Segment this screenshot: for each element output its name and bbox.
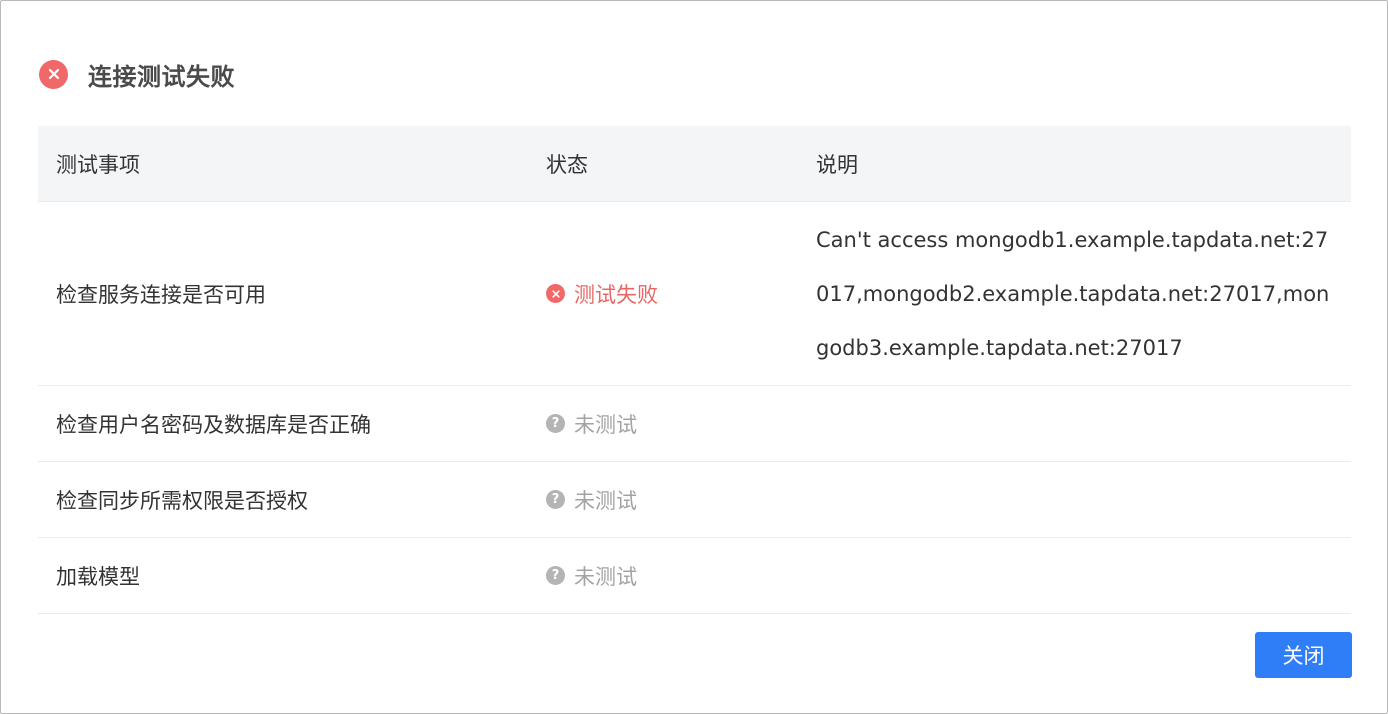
test-status-label: 未测试 bbox=[574, 488, 637, 513]
test-description: Can't access mongodb1.example.tapdata.ne… bbox=[816, 227, 1330, 360]
test-results-table: 测试事项 状态 说明 检查服务连接是否可用 测试失败 Can't access … bbox=[38, 126, 1351, 614]
table-row: 检查用户名密码及数据库是否正确 ? 未测试 bbox=[38, 386, 1351, 462]
question-circle-icon: ? bbox=[546, 566, 565, 585]
column-header-description: 说明 bbox=[816, 152, 858, 177]
table-row: 检查服务连接是否可用 测试失败 Can't access mongodb1.ex… bbox=[38, 202, 1351, 386]
dialog-header: 连接测试失败 bbox=[39, 58, 235, 91]
close-button[interactable]: 关闭 bbox=[1255, 632, 1352, 678]
column-header-item: 测试事项 bbox=[56, 152, 140, 177]
dialog-title: 连接测试失败 bbox=[88, 62, 235, 91]
table-row: 检查同步所需权限是否授权 ? 未测试 bbox=[38, 462, 1351, 538]
test-item-name: 加载模型 bbox=[56, 564, 140, 589]
test-item-name: 检查用户名密码及数据库是否正确 bbox=[56, 412, 371, 437]
test-status: ? 未测试 bbox=[528, 409, 798, 439]
column-header-status: 状态 bbox=[546, 152, 588, 177]
test-item-name: 检查同步所需权限是否授权 bbox=[56, 488, 308, 513]
test-status-label: 未测试 bbox=[574, 412, 637, 437]
table-header: 测试事项 状态 说明 bbox=[38, 126, 1351, 202]
close-circle-icon bbox=[546, 284, 565, 303]
question-circle-icon: ? bbox=[546, 490, 565, 509]
test-status-label: 测试失败 bbox=[574, 282, 658, 307]
connection-test-dialog: 连接测试失败 测试事项 状态 说明 检查服务连接是否可用 测试失败 Can't … bbox=[0, 0, 1388, 714]
table-row: 加载模型 ? 未测试 bbox=[38, 538, 1351, 614]
test-item-name: 检查服务连接是否可用 bbox=[56, 282, 266, 307]
question-circle-icon: ? bbox=[546, 414, 565, 433]
test-status: ? 未测试 bbox=[528, 561, 798, 591]
test-status: ? 未测试 bbox=[528, 485, 798, 515]
close-circle-icon bbox=[39, 59, 68, 89]
test-status: 测试失败 bbox=[528, 279, 798, 309]
test-status-label: 未测试 bbox=[574, 564, 637, 589]
